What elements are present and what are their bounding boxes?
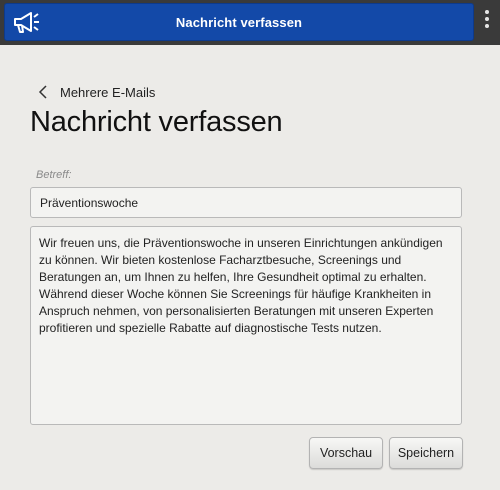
- page-title: Nachricht verfassen: [30, 106, 283, 138]
- message-body-textarea[interactable]: Wir freuen uns, die Präventionswoche in …: [30, 226, 462, 425]
- more-vertical-icon[interactable]: [480, 7, 494, 37]
- preview-button[interactable]: Vorschau: [309, 437, 383, 469]
- back-link[interactable]: Mehrere E-Mails: [36, 82, 155, 102]
- window-title: Nachricht verfassen: [175, 15, 303, 30]
- back-link-label: Mehrere E-Mails: [60, 84, 156, 100]
- title-bar: Nachricht verfassen: [4, 3, 474, 41]
- subject-label: Betreff:: [36, 169, 72, 181]
- subject-input[interactable]: [30, 187, 462, 218]
- chevron-left-icon: [38, 85, 47, 99]
- save-button[interactable]: Speichern: [389, 437, 463, 469]
